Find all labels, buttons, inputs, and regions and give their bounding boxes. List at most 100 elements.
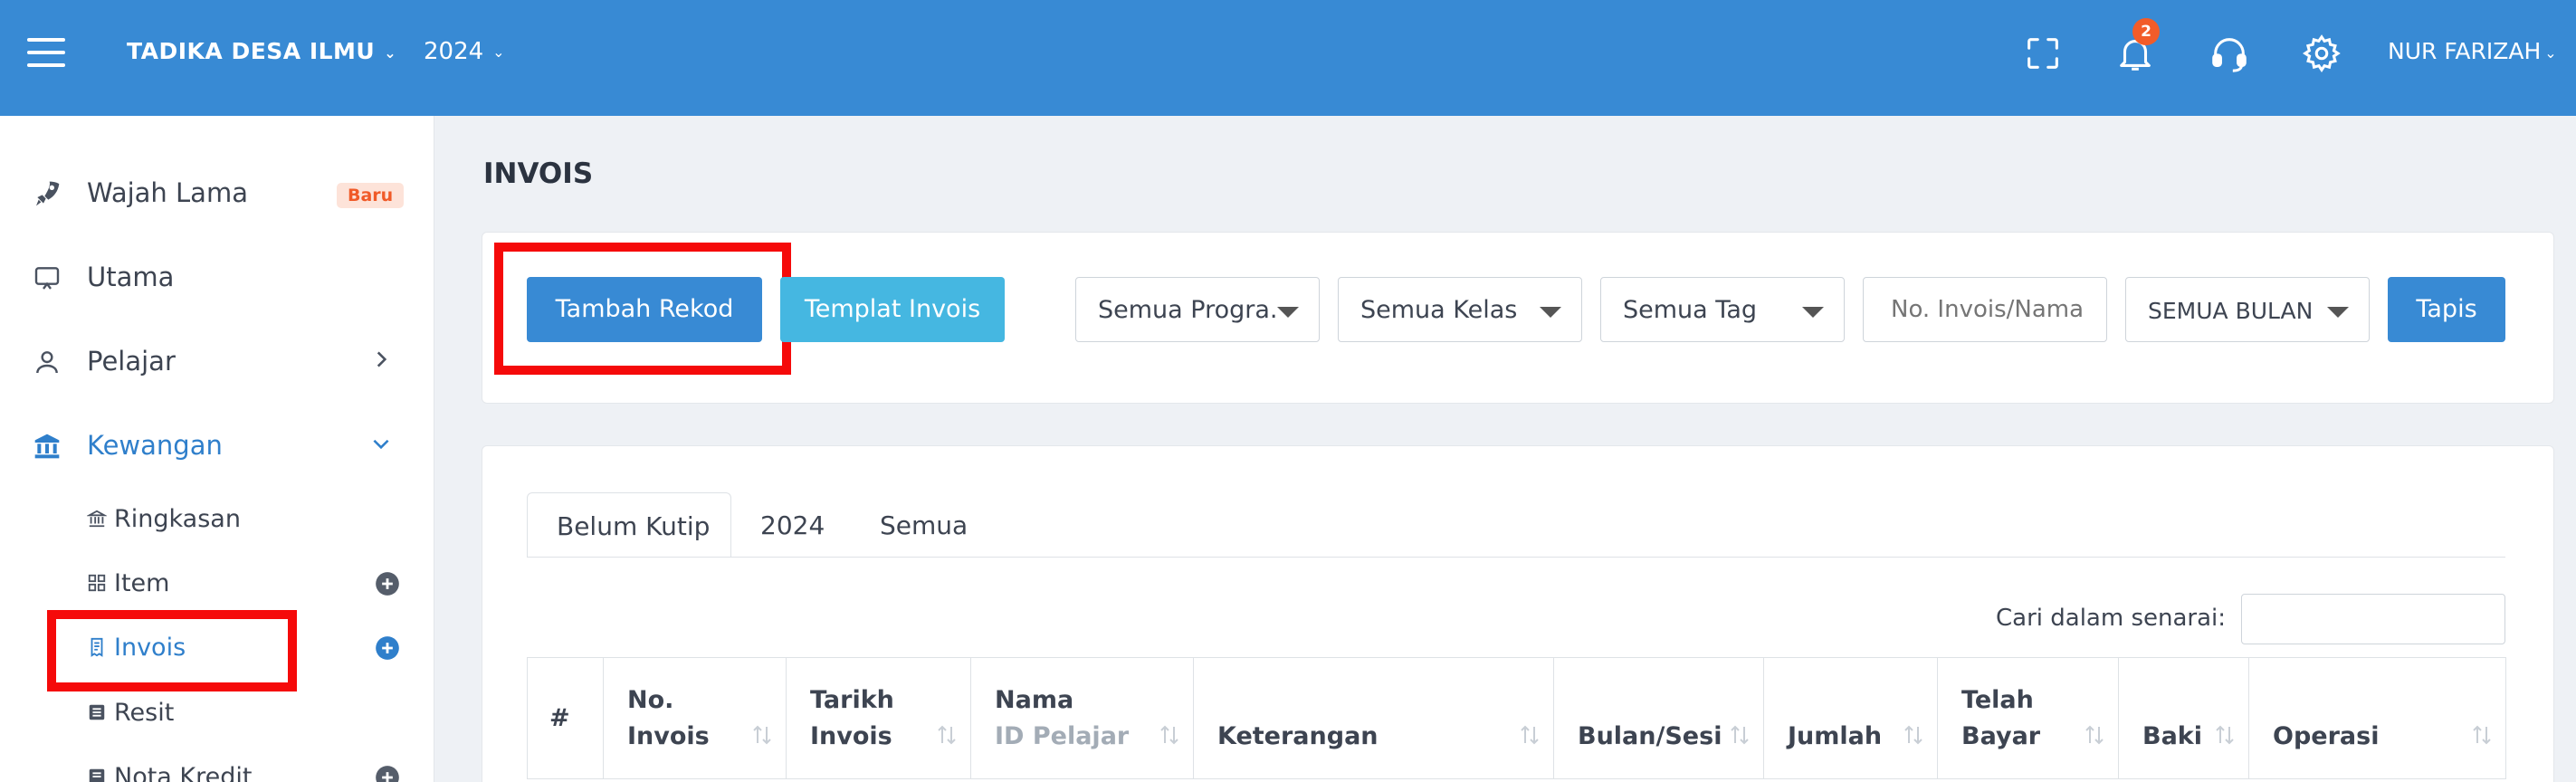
invoice-search-input[interactable]	[1863, 277, 2107, 342]
invoice-table: # No. Invois Tarikh Invois Nama ID Pelajar …	[527, 657, 2506, 779]
document-icon	[89, 704, 105, 720]
column-label: Keterangan	[1217, 721, 1379, 750]
sidebar-item-label: Pelajar	[87, 346, 176, 377]
school-selector[interactable]: TADIKA DESA ILMU ⌄	[127, 38, 396, 64]
column-label: Operasi	[2273, 721, 2380, 750]
list-search-input[interactable]	[2241, 594, 2505, 644]
tag-select-value: Semua Tag	[1623, 296, 1757, 324]
chevron-right-icon	[377, 351, 387, 367]
caret-down-icon	[1540, 307, 1561, 318]
caret-down-icon	[1802, 307, 1824, 318]
highlight-box	[494, 243, 791, 375]
column-label: Invois	[627, 721, 710, 750]
sort-icon[interactable]	[2471, 723, 2493, 747]
sort-icon[interactable]	[2084, 723, 2105, 747]
class-select-value: Semua Kelas	[1360, 296, 1518, 324]
sidebar-item-label: Wajah Lama	[87, 177, 248, 208]
column-label: Baki	[2142, 721, 2203, 750]
caret-down-icon	[2327, 307, 2349, 318]
column-header-invoice-no[interactable]: No. Invois	[603, 657, 787, 779]
class-select[interactable]: Semua Kelas	[1338, 277, 1582, 342]
invoice-template-button[interactable]: Templat Invois	[780, 277, 1005, 342]
year-selector[interactable]: 2024 ⌄	[424, 38, 505, 65]
menu-icon[interactable]	[27, 38, 65, 67]
user-menu[interactable]: NUR FARIZAH ⌄	[2388, 38, 2557, 64]
sidebar-item-pelajar[interactable]: Pelajar	[33, 335, 413, 389]
filter-button[interactable]: Tapis	[2388, 277, 2505, 342]
column-header-student-name[interactable]: Nama ID Pelajar	[970, 657, 1194, 779]
column-header-description[interactable]: Keterangan	[1193, 657, 1554, 779]
sort-icon[interactable]	[936, 723, 958, 747]
add-item-icon[interactable]	[375, 571, 400, 596]
column-header-amount[interactable]: Jumlah	[1763, 657, 1938, 779]
column-header-balance[interactable]: Baki	[2118, 657, 2249, 779]
tab-label: Semua	[880, 510, 968, 540]
month-select-value: SEMUA BULAN	[2148, 298, 2314, 324]
sidebar-subitem-label: Resit	[114, 699, 175, 727]
fullscreen-icon[interactable]	[2022, 33, 2064, 74]
column-label: Jumlah	[1788, 721, 1883, 750]
tab-label: 2024	[760, 510, 825, 540]
column-header-number: #	[527, 657, 604, 779]
rocket-icon	[36, 181, 60, 206]
add-invoice-icon[interactable]	[375, 635, 400, 661]
sidebar-item-wajah-lama[interactable]: Wajah Lama Baru	[33, 167, 413, 221]
sort-icon[interactable]	[1159, 723, 1180, 747]
sidebar-subitem-label: Nota Kredit	[114, 763, 253, 782]
column-label: No.	[627, 685, 674, 714]
chevron-down-icon: ⌄	[2544, 43, 2557, 62]
tab-belum-kutip[interactable]: Belum Kutip	[527, 492, 731, 558]
chevron-down-icon	[373, 439, 389, 450]
sidebar-subitem-resit[interactable]: Resit	[87, 690, 413, 737]
school-name: TADIKA DESA ILMU	[127, 38, 376, 64]
sort-icon[interactable]	[2214, 723, 2236, 747]
gear-icon[interactable]	[2301, 33, 2342, 74]
column-label: ID Pelajar	[995, 721, 1130, 750]
column-header-operations[interactable]: Operasi	[2248, 657, 2506, 779]
sort-icon[interactable]	[1729, 723, 1751, 747]
tab-2024[interactable]: 2024	[731, 492, 847, 558]
list-search-label: Cari dalam senarai:	[1996, 605, 2227, 632]
column-label: Invois	[810, 721, 892, 750]
user-icon	[36, 351, 58, 374]
program-select[interactable]: Semua Progra...	[1075, 277, 1320, 342]
sidebar-subitem-label: Ringkasan	[114, 505, 241, 533]
sidebar-item-utama[interactable]: Utama	[33, 251, 413, 305]
headset-icon[interactable]	[2209, 33, 2250, 74]
year-label: 2024	[424, 38, 484, 65]
notification-badge: 2	[2132, 18, 2160, 45]
tag-select[interactable]: Semua Tag	[1600, 277, 1845, 342]
page-title: INVOIS	[483, 157, 594, 190]
column-label: Nama	[995, 685, 1074, 714]
bank-icon	[87, 510, 107, 528]
column-header-paid[interactable]: Telah Bayar	[1937, 657, 2119, 779]
tab-semua[interactable]: Semua	[851, 492, 996, 558]
sidebar-subitem-label: Item	[114, 569, 170, 597]
grid-icon	[88, 574, 106, 592]
chevron-down-icon: ⌄	[492, 43, 505, 61]
sort-icon[interactable]	[1903, 723, 1924, 747]
monitor-icon	[34, 267, 60, 290]
chevron-down-icon: ⌄	[384, 43, 397, 62]
new-badge: Baru	[337, 183, 405, 208]
column-header-month[interactable]: Bulan/Sesi	[1553, 657, 1764, 779]
month-select[interactable]: SEMUA BULAN	[2125, 277, 2370, 342]
highlight-box	[47, 610, 297, 691]
tab-divider	[527, 557, 2505, 558]
tab-label: Belum Kutip	[557, 511, 711, 541]
caret-down-icon	[1277, 307, 1299, 318]
sidebar-subitem-item[interactable]: Item	[87, 560, 413, 607]
column-header-invoice-date[interactable]: Tarikh Invois	[786, 657, 971, 779]
document-icon	[89, 768, 105, 782]
sort-icon[interactable]	[751, 723, 773, 747]
column-label: #	[549, 703, 570, 732]
sidebar-subitem-ringkasan[interactable]: Ringkasan	[87, 496, 413, 543]
top-bar: TADIKA DESA ILMU ⌄ 2024 ⌄ 2 NUR FARIZAH ⌄	[0, 0, 2576, 116]
sort-icon[interactable]	[1519, 723, 1541, 747]
sidebar-item-kewangan[interactable]: Kewangan	[33, 419, 413, 473]
add-credit-note-icon[interactable]	[375, 765, 400, 782]
sidebar-item-label: Utama	[87, 262, 175, 292]
program-select-value: Semua Progra...	[1098, 296, 1279, 324]
column-label: Bulan/Sesi	[1578, 721, 1722, 750]
sidebar-subitem-nota-kredit[interactable]: Nota Kredit	[87, 754, 413, 782]
